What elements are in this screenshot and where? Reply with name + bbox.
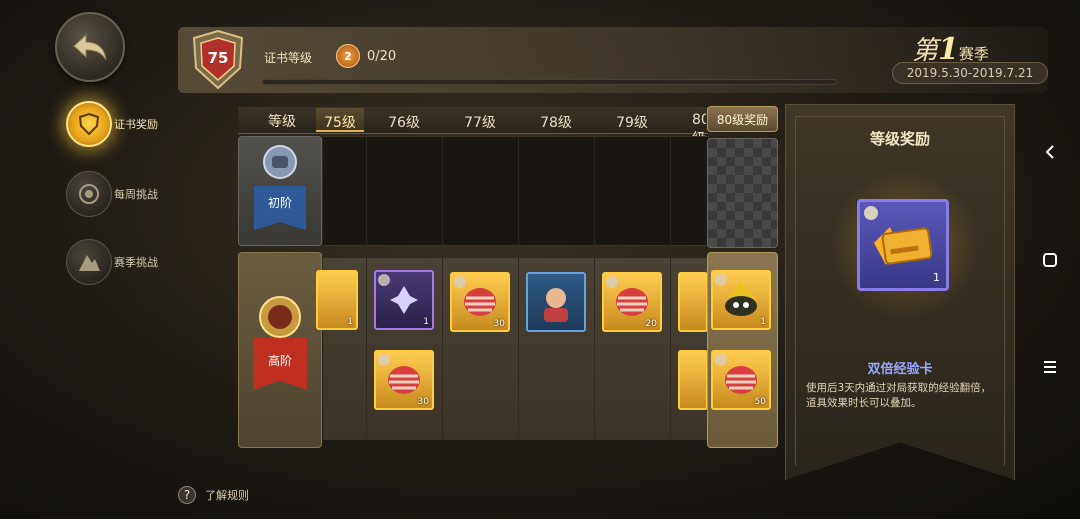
striped-egg-icon — [725, 366, 757, 394]
level-80-reward-button[interactable]: 80级奖励 — [707, 106, 778, 132]
reward-item-card[interactable]: 30 — [374, 350, 434, 410]
column-divider — [670, 136, 671, 440]
level-76-tab[interactable]: 76级 — [366, 112, 442, 132]
sidebar-item-label: 证书奖励 — [114, 118, 158, 131]
system-menu-icon[interactable] — [1035, 352, 1065, 382]
reward-item-card[interactable]: 20 — [602, 272, 662, 332]
advanced-tier-label: 高阶 — [267, 354, 292, 368]
season-suffix: 赛季 — [958, 45, 989, 63]
column-divider — [442, 136, 443, 440]
system-back-icon[interactable] — [1035, 137, 1065, 167]
striped-egg-icon — [464, 288, 496, 316]
cert-level-label: 证书等级 — [264, 51, 313, 65]
reward-item-count: 30 — [493, 319, 505, 329]
reward-item-count: 30 — [417, 397, 429, 407]
level-medal-icon: 2 — [336, 44, 360, 68]
basic-tier-ribbon: 初阶 — [254, 186, 306, 230]
column-divider — [594, 136, 595, 440]
gold-helmet-icon — [259, 296, 301, 338]
target-icon — [66, 171, 112, 217]
item-type-icon — [864, 206, 878, 220]
reward-item-card[interactable]: 1 — [374, 270, 434, 330]
sidebar-item-label: 每周挑战 — [114, 188, 158, 201]
sidebar-item-label: 赛季挑战 — [114, 256, 158, 269]
level-79-tab[interactable]: 79级 — [594, 112, 670, 132]
back-arrow-icon — [73, 33, 107, 61]
level-progress-text: 0/20 — [367, 49, 397, 64]
reward-item-count: 1 — [423, 317, 429, 327]
reward-item-name: 双倍经验卡 — [867, 362, 933, 377]
column-divider — [518, 136, 519, 440]
basic-tier-label: 初阶 — [267, 196, 292, 210]
level-78-tab[interactable]: 78级 — [518, 112, 594, 132]
reward-item-description: 使用后3天内通过对局获取的经验翻倍，道具效果时长可以叠加。 — [806, 382, 992, 409]
rules-link[interactable]: ? 了解规则 — [178, 486, 249, 504]
level-80-basic-slot — [707, 138, 778, 248]
reward-item-card[interactable]: 30 — [450, 272, 510, 332]
level-column-title: 等级 — [268, 114, 296, 130]
reward-item-count: 1 — [347, 317, 353, 327]
mountain-icon — [66, 239, 112, 285]
double-exp-card-preview: 1 — [857, 199, 949, 291]
advanced-tier-ribbon: 高阶 — [253, 338, 307, 390]
reward-item-card-selected[interactable]: 1 — [711, 270, 771, 330]
reward-item-card[interactable] — [678, 350, 708, 410]
crystal-icon — [390, 286, 418, 314]
item-type-icon — [378, 274, 390, 286]
reward-item-card[interactable]: 50 — [711, 350, 771, 410]
system-home-icon[interactable] — [1035, 245, 1065, 275]
reward-item-card[interactable]: 1 — [316, 270, 358, 330]
detail-item-count: 1 — [933, 271, 940, 284]
level-75-tab[interactable]: 75级 — [316, 108, 364, 132]
sidebar-item-weekly-challenge[interactable]: 每周挑战 — [66, 170, 196, 218]
yellow-hat-creature-icon — [725, 282, 757, 316]
advanced-tier-banner: 高阶 — [238, 252, 322, 448]
exp-card-icon — [874, 227, 933, 265]
level-77-tab[interactable]: 77级 — [442, 112, 518, 132]
reward-item-count: 50 — [754, 397, 766, 407]
help-question-icon: ? — [178, 486, 196, 504]
back-button[interactable] — [55, 12, 125, 82]
sidebar-item-certificate-rewards[interactable]: 证书奖励 — [66, 100, 196, 148]
striped-egg-icon — [388, 366, 420, 394]
item-type-icon — [378, 354, 390, 366]
striped-egg-icon — [616, 288, 648, 316]
reward-item-card[interactable] — [526, 272, 586, 332]
reward-item-count: 1 — [760, 317, 766, 327]
item-type-icon — [715, 354, 727, 366]
item-type-icon — [715, 274, 727, 286]
basic-reward-track — [323, 136, 708, 246]
robot-helmet-icon — [263, 145, 297, 179]
sidebar-item-season-challenge[interactable]: 赛季挑战 — [66, 238, 196, 286]
rules-link-label: 了解规则 — [205, 489, 249, 502]
item-type-icon — [454, 276, 466, 288]
season-dates: 2019.5.30-2019.7.21 — [892, 62, 1048, 84]
level-progress-bar — [262, 79, 837, 85]
certificate-shield-icon — [66, 101, 112, 147]
reward-detail-title: 等级奖励 — [869, 130, 930, 148]
certificate-level-badge: 75 — [186, 28, 250, 92]
hero-portrait-icon — [544, 288, 568, 322]
badge-level-text: 75 — [207, 49, 229, 67]
reward-item-count: 20 — [645, 319, 657, 329]
column-divider — [366, 136, 367, 440]
basic-tier-banner: 初阶 — [238, 136, 322, 246]
item-type-icon — [606, 276, 618, 288]
reward-item-card[interactable] — [678, 272, 708, 332]
